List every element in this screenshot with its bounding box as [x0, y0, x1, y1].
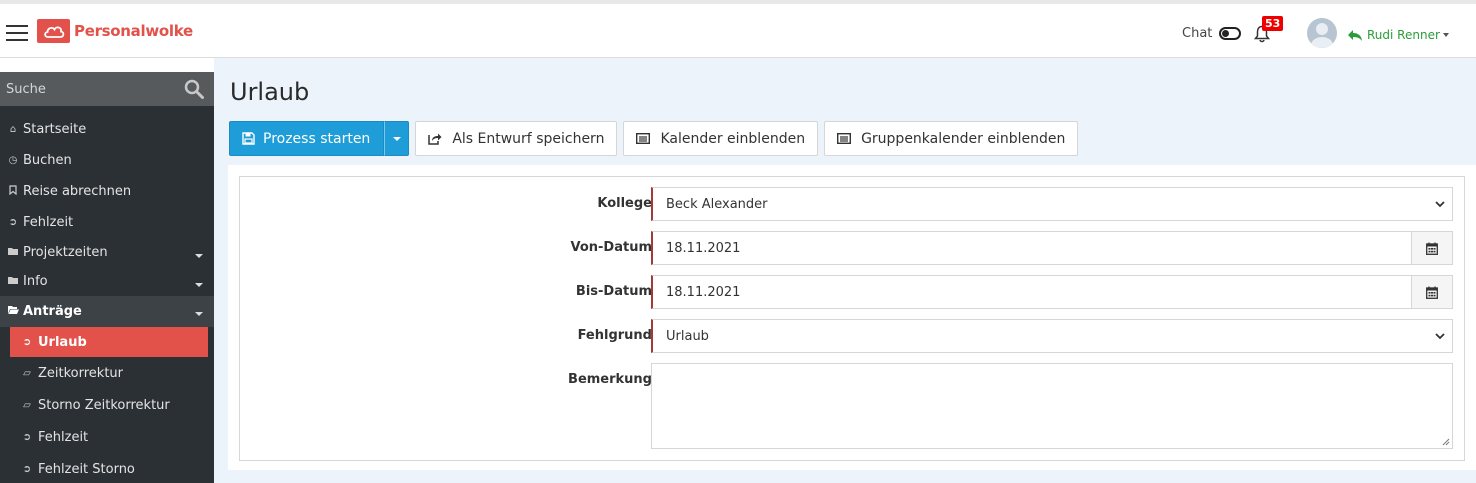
- chat-toggle-group: Chat: [1182, 26, 1242, 41]
- sign-out-icon: ➲: [22, 463, 32, 475]
- folder-icon: [7, 247, 19, 258]
- save-icon: [242, 132, 255, 145]
- chevron-down-icon: [1435, 333, 1445, 340]
- calendar-icon[interactable]: [1411, 231, 1453, 265]
- start-process-button[interactable]: Prozess starten: [229, 121, 385, 156]
- page-title: Urlaub: [230, 78, 310, 106]
- save-draft-button[interactable]: Als Entwurf speichern: [415, 121, 618, 156]
- cloud-icon: [37, 19, 70, 43]
- sidebar-item-reise-abrechnen[interactable]: Reise abrechnen: [0, 176, 214, 207]
- sign-out-icon: ➲: [22, 431, 32, 443]
- list-alt-icon: [837, 133, 852, 144]
- folder-open-icon: [7, 306, 19, 317]
- sidebar-item-projektzeiten[interactable]: Projektzeiten: [0, 238, 214, 267]
- chevron-down-icon: [1435, 201, 1445, 208]
- sign-out-icon: ➲: [8, 217, 18, 228]
- sidebar-search: [0, 72, 214, 106]
- search-icon[interactable]: [184, 79, 204, 99]
- colleague-select[interactable]: Beck Alexander: [651, 187, 1453, 221]
- reply-icon: [1348, 29, 1362, 41]
- sidebar-item-startseite[interactable]: ⌂ Startseite: [0, 114, 214, 145]
- chevron-down-icon: [1442, 33, 1449, 37]
- list-alt-icon: [636, 133, 651, 144]
- show-calendar-button[interactable]: Kalender einblenden: [623, 121, 819, 156]
- sidebar-nav: ⌂ Startseite ◷ Buchen Reise abrechnen ➲ …: [0, 114, 214, 483]
- avatar[interactable]: [1307, 18, 1337, 48]
- resize-handle-icon[interactable]: [1442, 438, 1450, 446]
- form-panel: Kollege Beck Alexander Von-Datum 18.11.2…: [228, 165, 1476, 470]
- chevron-down-icon: [195, 283, 203, 287]
- sidebar-item-info[interactable]: Info: [0, 267, 214, 296]
- sidebar-item-buchen[interactable]: ◷ Buchen: [0, 145, 214, 176]
- home-icon: ⌂: [9, 124, 17, 135]
- calendar-icon[interactable]: [1411, 275, 1453, 309]
- reason-label: Fehlgrund: [577, 328, 652, 343]
- chevron-down-icon: [195, 312, 203, 316]
- sidebar-subitem-storno-zeitkorrektur[interactable]: ▱ Storno Zeitkorrektur: [0, 389, 214, 421]
- vacation-form: Kollege Beck Alexander Von-Datum 18.11.2…: [239, 176, 1465, 461]
- sidebar-item-antraege[interactable]: Anträge: [0, 296, 214, 327]
- sidebar-subitem-fehlzeit[interactable]: ➲ Fehlzeit: [0, 421, 214, 453]
- chat-label: Chat: [1182, 26, 1213, 41]
- search-input[interactable]: [0, 81, 170, 97]
- remark-label: Bemerkung: [568, 372, 652, 387]
- show-group-calendar-button[interactable]: Gruppenkalender einblenden: [824, 121, 1079, 156]
- to-date-label: Bis-Datum: [575, 284, 652, 299]
- eraser-icon: ▱: [23, 367, 31, 379]
- from-date-label: Von-Datum: [570, 240, 652, 255]
- brand-logo[interactable]: Personalwolke: [37, 18, 193, 44]
- sign-out-icon: ➲: [22, 336, 32, 348]
- bookmark-icon: [7, 185, 19, 198]
- eraser-icon: ▱: [23, 399, 31, 411]
- sidebar-subitem-zeitkorrektur[interactable]: ▱ Zeitkorrektur: [0, 357, 214, 389]
- from-date-input[interactable]: 18.11.2021: [651, 231, 1453, 265]
- share-icon: [428, 133, 442, 145]
- remark-textarea[interactable]: [651, 363, 1453, 449]
- colleague-label: Kollege: [597, 196, 652, 211]
- sidebar: ⌂ Startseite ◷ Buchen Reise abrechnen ➲ …: [0, 58, 214, 483]
- folder-icon: [7, 276, 19, 287]
- to-date-input[interactable]: 18.11.2021: [651, 275, 1453, 309]
- hamburger-menu-icon[interactable]: [6, 25, 28, 41]
- chevron-down-icon: [195, 254, 203, 258]
- brand-name: Personalwolke: [74, 22, 193, 40]
- sidebar-item-fehlzeit[interactable]: ➲ Fehlzeit: [0, 207, 214, 238]
- chat-toggle[interactable]: [1219, 27, 1242, 40]
- clock-icon: ◷: [8, 155, 18, 166]
- toolbar: Prozess starten Als Entwurf speichern Ka…: [229, 121, 1079, 156]
- top-bar: Personalwolke Chat 53 Rudi Renner: [0, 0, 1476, 58]
- user-name: Rudi Renner: [1367, 28, 1440, 42]
- start-process-dropdown-button[interactable]: [384, 121, 410, 156]
- sidebar-subitem-fehlzeit-storno[interactable]: ➲ Fehlzeit Storno: [0, 453, 214, 483]
- user-menu[interactable]: Rudi Renner: [1347, 28, 1449, 42]
- notification-badge: 53: [1262, 16, 1284, 31]
- chevron-down-icon: [392, 136, 401, 141]
- reason-select[interactable]: Urlaub: [651, 319, 1453, 353]
- sidebar-subitem-urlaub[interactable]: ➲ Urlaub: [10, 327, 208, 357]
- main-content: Urlaub Prozess starten Als Entwurf speic…: [214, 58, 1476, 483]
